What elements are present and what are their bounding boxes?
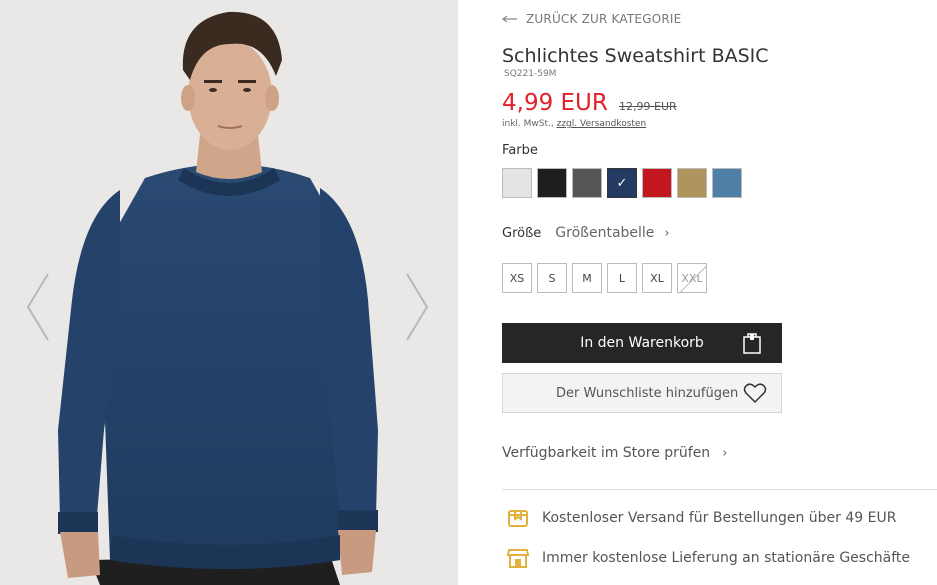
color-swatch[interactable] (712, 168, 742, 198)
store-delivery-text: Immer kostenlose Lieferung an stationäre… (542, 550, 911, 566)
store-icon (506, 549, 530, 568)
checkmark-icon: ✓ (616, 175, 628, 191)
product-title: Schlichtes Sweatshirt BASIC (502, 45, 769, 67)
color-label: Farbe (502, 143, 538, 158)
product-photo (58, 11, 378, 585)
product-sku: SQ221-59M (504, 69, 557, 79)
color-swatch-selected[interactable]: ✓ (607, 168, 637, 198)
divider (502, 489, 937, 490)
store-delivery-info: Immer kostenlose Lieferung an stationäre… (506, 546, 910, 570)
back-to-category-link[interactable]: ZURÜCK ZUR KATEGORIE (502, 12, 681, 26)
size-option-xs[interactable]: XS (502, 263, 532, 293)
size-option-l[interactable]: L (607, 263, 637, 293)
old-price: 12,99 EUR (619, 100, 677, 113)
store-availability-label: Verfügbarkeit im Store prüfen (502, 445, 711, 461)
add-to-cart-label: In den Warenkorb (580, 335, 704, 351)
arrow-left-icon (502, 15, 517, 23)
heart-icon (743, 383, 767, 404)
shipping-box-icon (508, 510, 528, 527)
color-swatch[interactable] (502, 168, 532, 198)
add-to-wishlist-button[interactable]: Der Wunschliste hinzufügen (502, 373, 782, 413)
size-chart-link[interactable]: Größentabelle (555, 225, 654, 241)
product-gallery (0, 0, 458, 585)
size-option-m[interactable]: M (572, 263, 602, 293)
size-option-xxl: XXL (677, 263, 707, 293)
size-option-s[interactable]: S (537, 263, 567, 293)
chevron-right-icon: › (664, 225, 670, 241)
free-shipping-info: Kostenloser Versand für Bestellungen übe… (506, 506, 896, 530)
check-store-availability-link[interactable]: Verfügbarkeit im Store prüfen › (502, 445, 727, 461)
chevron-right-icon: › (722, 445, 728, 461)
gallery-next-arrow[interactable] (403, 272, 431, 342)
back-label: ZURÜCK ZUR KATEGORIE (526, 12, 682, 26)
vat-info: inkl. MwSt., zzgl. Versandkosten (502, 119, 646, 129)
product-details: ZURÜCK ZUR KATEGORIE Schlichtes Sweatshi… (502, 0, 937, 585)
gallery-prev-arrow[interactable] (24, 272, 52, 342)
size-options: XS S M L XL XXL (502, 263, 707, 293)
color-swatch[interactable] (642, 168, 672, 198)
color-swatch[interactable] (572, 168, 602, 198)
wishlist-label: Der Wunschliste hinzufügen (556, 385, 739, 401)
add-to-cart-button[interactable]: In den Warenkorb (502, 323, 782, 363)
size-label: Größe (502, 225, 542, 241)
shopping-bag-icon (743, 333, 761, 354)
color-swatch[interactable] (537, 168, 567, 198)
size-option-xl[interactable]: XL (642, 263, 672, 293)
current-price: 4,99 EUR (502, 90, 608, 116)
vat-text: inkl. MwSt., (502, 119, 554, 129)
color-swatches: ✓ (502, 168, 742, 198)
shipping-costs-link[interactable]: zzgl. Versandkosten (557, 119, 647, 129)
color-swatch[interactable] (677, 168, 707, 198)
free-shipping-text: Kostenloser Versand für Bestellungen übe… (542, 510, 897, 526)
size-header: Größe Größentabelle › (502, 225, 670, 241)
